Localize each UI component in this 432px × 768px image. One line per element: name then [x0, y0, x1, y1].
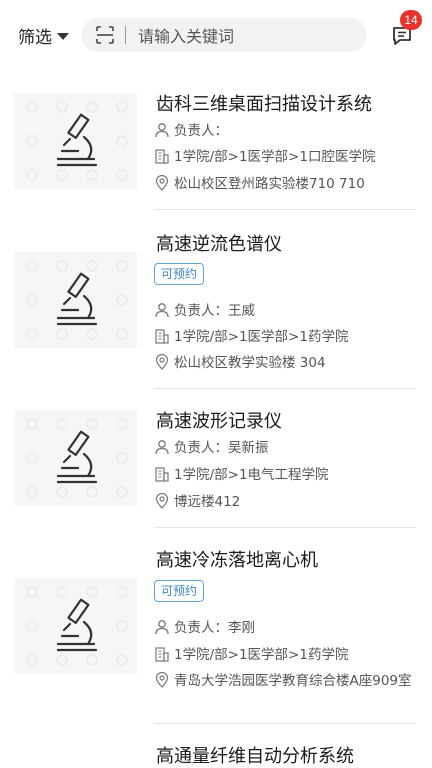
user-icon [155, 620, 169, 635]
microscope-icon [26, 418, 128, 498]
building-icon [155, 647, 169, 662]
microscope-icon [26, 101, 128, 181]
owner-row: 负责人：吴新振 [154, 438, 416, 458]
item-title: 高速逆流色谱仪 [156, 234, 282, 255]
location-text: 松山校区登州路实验楼710 710 [174, 176, 365, 192]
item-thumbnail [14, 578, 137, 674]
location-text: 博远楼412 [174, 494, 241, 510]
bookable-tag: 可预约 [154, 263, 205, 285]
message-badge: 14 [400, 10, 422, 30]
owner-row: 负责人：王威 [154, 301, 416, 321]
location-row: 青岛大学浩园医学教育综合楼A座909室 [154, 671, 416, 691]
dept-text: 1学院/部>1医学部>1口腔医学院 [174, 149, 376, 165]
dept-row: 1学院/部>1电气工程学院 [154, 465, 416, 485]
item-thumbnail [14, 252, 137, 348]
owner-text: 负责人：吴新振 [174, 440, 269, 456]
location-pin-icon [155, 493, 169, 509]
user-icon [155, 440, 169, 455]
filter-label: 筛选 [18, 27, 52, 48]
building-icon [155, 149, 169, 164]
microscope-icon [26, 586, 128, 666]
divider [154, 388, 416, 389]
location-row: 松山校区登州路实验楼710 710 [154, 174, 416, 194]
divider [154, 527, 416, 528]
location-text: 松山校区教学实验楼 304 [174, 355, 326, 371]
filter-button[interactable]: 筛选 [18, 22, 69, 48]
location-pin-icon [155, 354, 169, 370]
top-bar: 筛选 请输入关键词 14 [0, 0, 432, 70]
item-title: 齿科三维桌面扫描设计系统 [156, 94, 372, 115]
item-title: 高速冷冻落地离心机 [156, 550, 318, 571]
item-thumbnail [14, 93, 137, 189]
location-row: 博远楼412 [154, 492, 416, 512]
divider [154, 723, 416, 724]
search-input[interactable]: 请输入关键词 [138, 23, 234, 47]
scan-icon[interactable] [95, 25, 115, 45]
item-title: 高速波形记录仪 [156, 411, 282, 432]
owner-row: 负责人： [154, 121, 416, 141]
owner-text: 负责人：李刚 [174, 620, 255, 636]
search-bar[interactable]: 请输入关键词 [81, 18, 367, 52]
location-pin-icon [155, 175, 169, 191]
dept-row: 1学院/部>1医学部>1药学院 [154, 327, 416, 347]
user-icon [155, 123, 169, 138]
dept-text: 1学院/部>1电气工程学院 [174, 467, 329, 483]
item-thumbnail [14, 410, 137, 506]
building-icon [155, 467, 169, 482]
location-row: 松山校区教学实验楼 304 [154, 353, 416, 373]
microscope-icon [26, 260, 128, 340]
owner-text: 负责人：王威 [174, 303, 255, 319]
user-icon [155, 303, 169, 318]
owner-row: 负责人：李刚 [154, 618, 416, 638]
search-separator [125, 26, 126, 44]
dept-text: 1学院/部>1医学部>1药学院 [174, 329, 349, 345]
building-icon [155, 329, 169, 344]
location-pin-icon [155, 672, 169, 688]
dept-row: 1学院/部>1医学部>1口腔医学院 [154, 147, 416, 167]
caret-down-icon [57, 32, 69, 40]
location-text: 青岛大学浩园医学教育综合楼A座909室 [174, 673, 412, 689]
bookable-tag: 可预约 [154, 580, 205, 602]
dept-text: 1学院/部>1医学部>1药学院 [174, 647, 349, 663]
item-title: 高通量纤维自动分析系统 [156, 746, 354, 767]
dept-row: 1学院/部>1医学部>1药学院 [154, 645, 416, 665]
divider [154, 209, 416, 210]
owner-text: 负责人： [174, 123, 228, 139]
